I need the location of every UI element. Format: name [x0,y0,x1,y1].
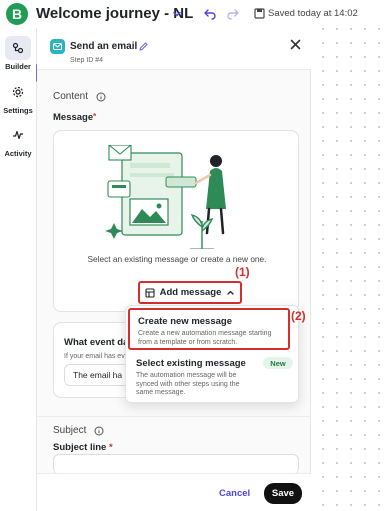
panel-footer: Cancel Save [37,473,311,511]
top-bar: B Welcome journey - NL Saved today at 14… [0,0,387,28]
add-message-dropdown: Create new message Create a new automati… [125,305,299,403]
select-existing-message-desc-1: The automation message will be [136,372,237,379]
create-new-message-desc-1: Create a new automation message starting [138,330,272,337]
email-icon [50,39,65,54]
redo-icon[interactable] [226,7,240,21]
annotation-2: (2) [291,309,306,323]
panel-header: Send an email Step ID #4 [37,28,311,70]
edit-pencil-icon[interactable] [138,41,149,52]
message-help-text: Select an existing message or create a n… [87,254,267,264]
step-id: Step ID #4 [70,57,104,64]
rail-label-builder: Builder [5,62,31,71]
rail-item-settings[interactable]: Settings [0,80,36,115]
saved-status: Saved today at 14:02 [268,8,358,19]
panel-title: Send an email [70,41,138,52]
create-new-message-option[interactable]: Create new message Create a new automati… [128,308,290,350]
message-card: Select an existing message or create a n… [53,130,299,312]
info-icon[interactable] [96,92,106,102]
create-new-message-desc-2: from a template or from scratch. [138,338,238,346]
subject-section-title: Subject [53,425,87,436]
logo-letter: B [11,6,23,22]
rail-label-settings: Settings [3,106,33,115]
template-icon [145,287,155,298]
save-button[interactable]: Save [264,483,302,504]
event-title: What event da [64,337,129,348]
save-icon [254,8,265,19]
builder-icon [12,42,24,54]
rail-item-activity[interactable]: Activity [0,123,36,158]
info-icon[interactable] [94,426,104,436]
create-new-message-title: Create new message [138,316,232,327]
message-label: Message* [53,112,96,123]
rail-label-activity: Activity [4,149,32,158]
section-divider [37,416,311,417]
gear-icon [12,86,24,98]
cancel-button[interactable]: Cancel [219,488,250,499]
select-existing-message-desc-3: same message. [136,389,186,396]
event-help-text: If your email has ev [64,353,125,360]
left-rail: Builder Settings Activity [0,28,39,511]
subject-line-label-text: Subject line [53,442,107,453]
chevron-down-icon[interactable] [171,8,183,20]
select-existing-message-desc-2: synced with other steps using the [136,380,240,388]
annotation-1: (1) [235,265,250,279]
select-existing-message-title: Select existing message [136,358,246,369]
activity-icon [13,130,23,140]
message-label-text: Message [53,112,94,123]
chevron-up-icon [227,290,235,295]
brand-logo[interactable]: B [6,3,28,25]
add-message-button[interactable]: Add message [138,281,242,304]
required-marker: * [108,442,113,453]
step-panel: Send an email Step ID #4 Content Message… [37,28,311,511]
new-badge: New [263,357,293,369]
rail-item-builder[interactable]: Builder [0,36,36,71]
close-icon[interactable] [289,38,302,51]
email-illustration [105,145,226,249]
event-select-value: The email ha [73,370,123,380]
subject-line-input[interactable] [53,454,299,474]
required-marker: * [93,112,97,121]
content-section-title: Content [53,91,89,102]
journey-canvas[interactable] [312,28,387,511]
undo-icon[interactable] [203,7,217,21]
journey-title[interactable]: Welcome journey - NL [36,5,193,22]
add-message-label: Add message [159,287,222,298]
subject-line-label: Subject line * [53,442,113,453]
